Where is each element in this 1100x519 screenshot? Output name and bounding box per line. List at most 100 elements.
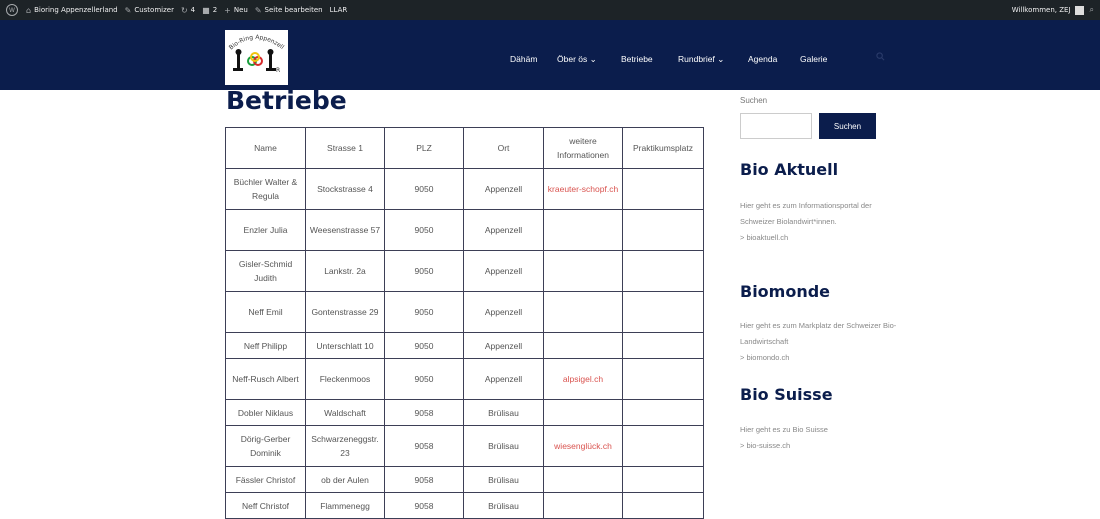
link-biomondo[interactable]: > biomondo.ch [740,353,789,362]
cell-plz: 9058 [384,399,464,426]
column-header-weitere-informationen: weitere Informationen [543,127,623,169]
admin-llar[interactable]: LLAR [330,6,348,14]
column-header-praktikumsplatz: Praktikumsplatz [622,127,704,169]
table-header-row: Name Strasse 1 PLZ Ort weitere Informati… [225,127,704,169]
table-row: Neff Christof Flammenegg 9058 Brülisau [225,492,704,519]
cell-praktikum [622,466,704,493]
avatar[interactable] [1074,5,1084,15]
table-row: Dobler Niklaus Waldschaft 9058 Brülisau [225,399,704,426]
home-icon: ⌂ [26,5,32,15]
cell-name: Neff-Rusch Albert [225,358,306,400]
cell-plz: 9058 [384,466,464,493]
widget-text-bio-aktuell: Hier geht es zum Informationsportal der … [740,201,872,242]
admin-new[interactable]: + Neu [224,6,248,15]
cell-praktikum [622,168,704,210]
nav-item-agenda[interactable]: Agenda [748,54,777,64]
search-label: Suchen [740,96,768,105]
cell-ort: Appenzell [463,209,544,251]
cell-plz: 9050 [384,358,464,400]
cell-info [543,209,623,251]
cell-name: Neff Christof [225,492,306,519]
cell-ort: Brülisau [463,466,544,493]
cell-name: Neff Philipp [225,332,306,359]
chevron-down-icon: ⌄ [589,54,597,64]
widget-title-bio-aktuell: Bio Aktuell [740,160,839,179]
page-title: Betriebe [226,86,347,115]
nav-item-rundbrief[interactable]: Rundbrief ⌄ [678,54,724,65]
cell-info [543,291,623,333]
cell-strasse: Gontenstrasse 29 [305,291,385,333]
nav-item-betriebe[interactable]: Betriebe [621,54,653,64]
cell-strasse: Weesenstrasse 57 [305,209,385,251]
link-wiesenglueck[interactable]: wiesenglück.ch [554,441,612,451]
cell-ort: Brülisau [463,399,544,426]
main-nav: Dähäm Öber ös ⌄ Betriebe Rundbrief ⌄ Age… [0,48,1100,70]
table-row: Gisler-Schmid Judith Lankstr. 2a 9050 Ap… [225,250,704,292]
cell-info: wiesenglück.ch [543,425,623,467]
admin-comments[interactable]: ■ 2 [202,6,217,15]
admin-customizer[interactable]: ✎ Customizer [125,6,174,15]
nav-item-galerie[interactable]: Galerie [800,54,827,64]
cell-info [543,399,623,426]
cell-strasse: Flammenegg [305,492,385,519]
link-bioaktuell[interactable]: > bioaktuell.ch [740,233,788,242]
cell-info [543,332,623,359]
cell-info [543,250,623,292]
cell-praktikum [622,399,704,426]
search-button[interactable]: Suchen [819,113,876,139]
cell-praktikum [622,358,704,400]
cell-praktikum [622,425,704,467]
cell-ort: Appenzell [463,332,544,359]
wordpress-icon[interactable]: W [6,4,18,16]
nav-item-ueber-oes[interactable]: Öber ös ⌄ [557,54,597,65]
cell-plz: 9058 [384,425,464,467]
cell-strasse: Unterschlatt 10 [305,332,385,359]
widget-text-bio-suisse: Hier geht es zu Bio Suisse > bio-suisse.… [740,425,828,450]
admin-bar: W ⌂ Bioring Appenzellerland ✎ Customizer ↻… [0,0,1100,20]
chevron-down-icon: ⌄ [717,54,725,64]
widget-text-biomonde: Hier geht es zum Markplatz der Schweizer… [740,321,897,362]
cell-name: Enzler Julia [225,209,306,251]
link-alpsigel[interactable]: alpsigel.ch [563,374,603,384]
cell-strasse: Schwarzeneggstr. 23 [305,425,385,467]
widget-title-biomonde: Biomonde [740,282,831,301]
nav-item-daham[interactable]: Dähäm [510,54,537,64]
column-header-ort: Ort [463,127,544,169]
cell-strasse: ob der Aulen [305,466,385,493]
link-bio-suisse[interactable]: > bio-suisse.ch [740,441,790,450]
brush-icon: ✎ [124,5,132,15]
search-input[interactable] [740,113,812,139]
admin-updates[interactable]: ↻ 4 [181,6,195,15]
cell-strasse: Waldschaft [305,399,385,426]
cell-plz: 9058 [384,492,464,519]
table-row: Dörig-Gerber Dominik Schwarzeneggstr. 23… [225,425,704,467]
admin-site-name[interactable]: ⌂ Bioring Appenzellerland [26,6,118,15]
cell-praktikum [622,492,704,519]
admin-edit-page[interactable]: ✎ Seite bearbeiten [255,6,323,15]
link-kraeuter-schopf[interactable]: kraeuter-schopf.ch [548,184,618,194]
admin-welcome[interactable]: Willkommen, ZEJ [1012,6,1071,14]
cell-ort: Brülisau [463,425,544,467]
cell-plz: 9050 [384,332,464,359]
cell-plz: 9050 [384,250,464,292]
cell-name: Dobler Niklaus [225,399,306,426]
cell-strasse: Lankstr. 2a [305,250,385,292]
cell-ort: Appenzell [463,250,544,292]
cell-strasse: Stockstrasse 4 [305,168,385,210]
cell-name: Büchler Walter & Regula [225,168,306,210]
search-icon[interactable]: ⌕ [1090,5,1094,15]
cell-plz: 9050 [384,209,464,251]
cell-ort: Brülisau [463,492,544,519]
cell-name: Gisler-Schmid Judith [225,250,306,292]
search-icon[interactable] [876,52,885,61]
table-row: Fässler Christof ob der Aulen 9058 Brüli… [225,466,704,493]
column-header-plz: PLZ [384,127,464,169]
cell-ort: Appenzell [463,168,544,210]
cell-info [543,466,623,493]
table-row: Büchler Walter & Regula Stockstrasse 4 9… [225,168,704,210]
widget-title-bio-suisse: Bio Suisse [740,385,833,404]
pencil-icon: ✎ [254,5,262,15]
cell-plz: 9050 [384,168,464,210]
plus-icon: + [224,5,231,15]
cell-praktikum [622,291,704,333]
